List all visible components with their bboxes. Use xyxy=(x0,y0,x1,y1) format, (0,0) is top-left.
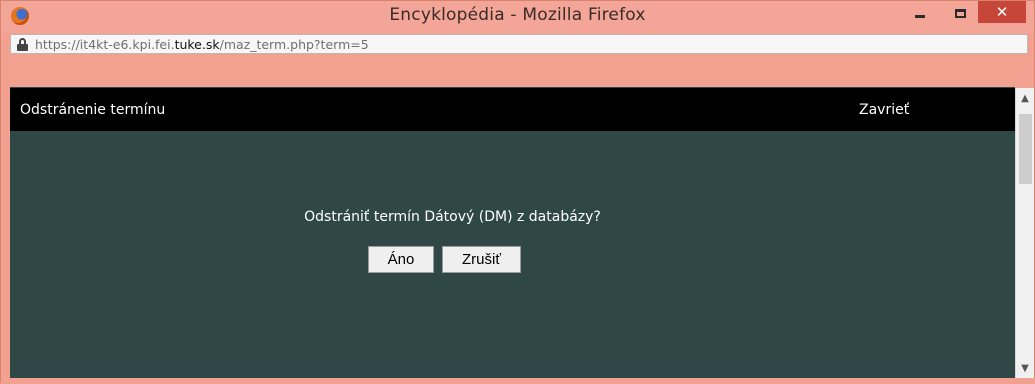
maximize-icon xyxy=(954,8,966,18)
url-text[interactable]: https://it4kt-e6.kpi.fei.tuke.sk/maz_ter… xyxy=(35,37,369,52)
dialog-close-link[interactable]: Zavrieť xyxy=(859,102,909,118)
dialog-header: Odstránenie termínu Zavrieť xyxy=(10,88,1015,131)
window-title: Encyklopédia - Mozilla Firefox xyxy=(389,5,646,25)
scroll-down-icon[interactable]: ▼ xyxy=(1016,360,1034,376)
minimize-icon xyxy=(915,14,925,18)
lock-icon xyxy=(17,37,28,51)
vertical-scrollbar[interactable]: ▲ ▼ xyxy=(1015,88,1034,378)
browser-window: Encyklopédia - Mozilla Firefox ✕ https:/… xyxy=(0,0,1035,384)
dialog-title: Odstránenie termínu xyxy=(20,102,166,118)
window-bottom-border xyxy=(1,378,1035,384)
yes-button[interactable]: Áno xyxy=(368,246,434,273)
scroll-thumb[interactable] xyxy=(1019,114,1032,184)
cancel-button[interactable]: Zrušiť xyxy=(442,246,521,273)
scroll-up-icon[interactable]: ▲ xyxy=(1016,90,1034,106)
url-path: /maz_term.php?term=5 xyxy=(219,36,369,52)
url-prefix: https://it4kt-e6.kpi.fei. xyxy=(35,36,175,52)
title-bar[interactable]: Encyklopédia - Mozilla Firefox ✕ xyxy=(1,1,1034,33)
address-bar[interactable]: https://it4kt-e6.kpi.fei.tuke.sk/maz_ter… xyxy=(10,34,1028,54)
minimize-button[interactable] xyxy=(905,1,935,23)
confirm-question: Odstrániť termín Dátový (DM) z databázy? xyxy=(304,209,601,225)
close-icon: ✕ xyxy=(995,3,1009,21)
url-host: tuke.sk xyxy=(174,36,220,52)
close-window-button[interactable]: ✕ xyxy=(978,1,1026,23)
maximize-button[interactable] xyxy=(945,1,975,23)
